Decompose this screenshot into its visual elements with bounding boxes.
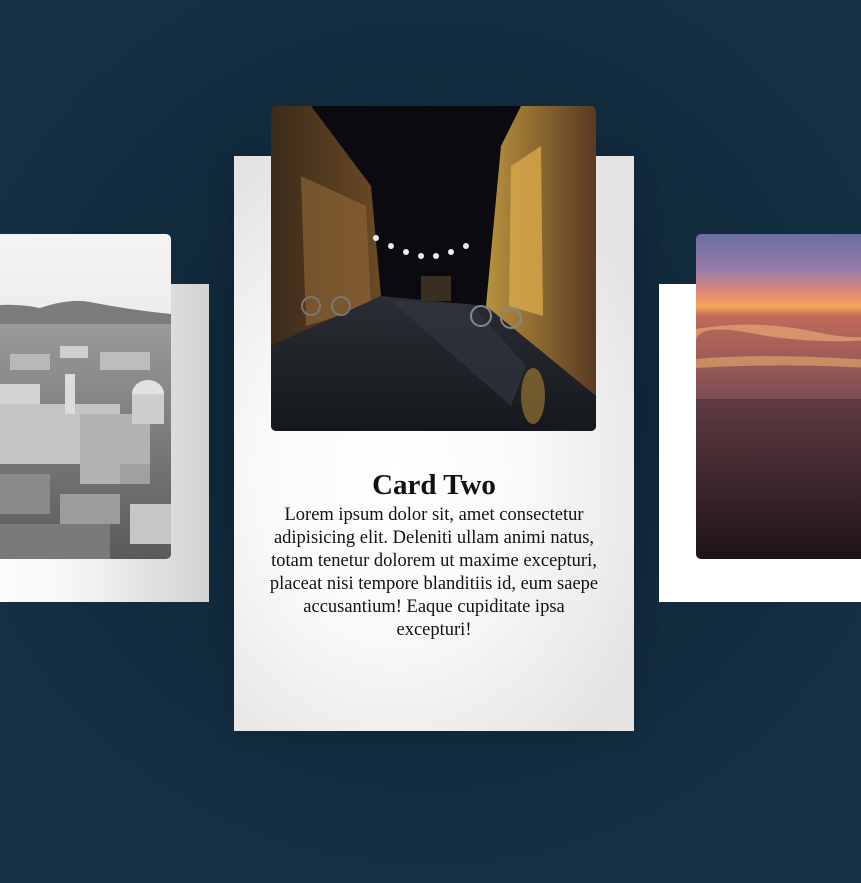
card-right-image <box>696 234 861 559</box>
card-center-content: Card Two Lorem ipsum dolor sit, amet con… <box>264 466 604 642</box>
card-title: Card Two <box>372 469 496 501</box>
card-description: Lorem ipsum dolor sit, amet consectetur … <box>269 505 599 640</box>
card-center-image <box>271 106 596 431</box>
card-left-image <box>0 234 171 559</box>
